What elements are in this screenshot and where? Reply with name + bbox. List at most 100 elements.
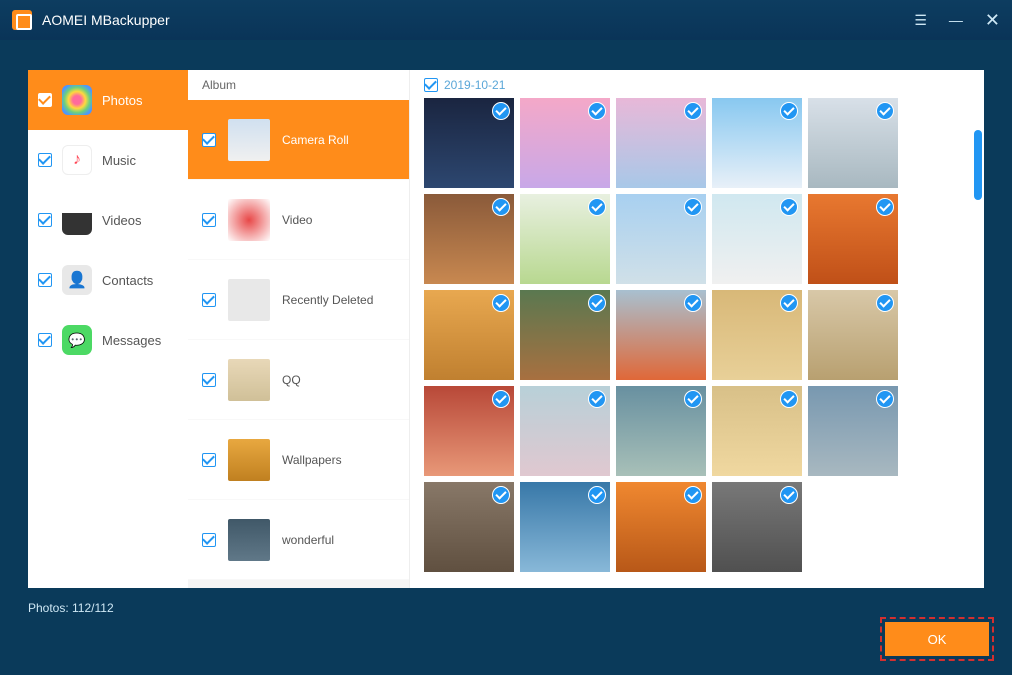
date-checkbox[interactable]: [424, 78, 438, 92]
main-panel: Photos ♪ Music Videos 👤 Contacts 💬 Messa…: [28, 70, 984, 588]
photo-thumbnail[interactable]: [520, 194, 610, 284]
check-badge-icon[interactable]: [588, 198, 606, 216]
check-badge-icon[interactable]: [684, 486, 702, 504]
check-badge-icon[interactable]: [588, 390, 606, 408]
album-video[interactable]: Video: [188, 180, 409, 260]
album-label: Wallpapers: [282, 453, 342, 467]
check-badge-icon[interactable]: [684, 294, 702, 312]
photo-grid-panel: 2019-10-21: [410, 70, 984, 588]
album-header: Album: [188, 70, 409, 100]
check-badge-icon[interactable]: [492, 294, 510, 312]
photo-thumbnail[interactable]: [712, 386, 802, 476]
date-header[interactable]: 2019-10-21: [424, 78, 970, 92]
photo-thumbnail[interactable]: [424, 98, 514, 188]
check-badge-icon[interactable]: [588, 294, 606, 312]
check-badge-icon[interactable]: [588, 486, 606, 504]
check-badge-icon[interactable]: [780, 198, 798, 216]
album-thumb-icon: [228, 199, 270, 241]
category-label: Contacts: [102, 273, 153, 288]
photo-thumbnail[interactable]: [712, 194, 802, 284]
category-music[interactable]: ♪ Music: [28, 130, 188, 190]
photo-thumbnail[interactable]: [424, 194, 514, 284]
photos-icon: [62, 85, 92, 115]
photo-thumbnail[interactable]: [520, 482, 610, 572]
minimize-icon[interactable]: —: [949, 12, 963, 28]
app-logo-icon: [12, 10, 32, 30]
category-label: Music: [102, 153, 136, 168]
album-label: Recently Deleted: [282, 293, 373, 307]
category-sidebar: Photos ♪ Music Videos 👤 Contacts 💬 Messa…: [28, 70, 188, 588]
list-view-icon[interactable]: ☰: [914, 12, 927, 29]
check-badge-icon[interactable]: [876, 294, 894, 312]
check-badge-icon[interactable]: [492, 102, 510, 120]
photo-thumbnail[interactable]: [520, 98, 610, 188]
album-label: wonderful: [282, 533, 334, 547]
check-badge-icon[interactable]: [780, 390, 798, 408]
check-badge-icon[interactable]: [684, 390, 702, 408]
photo-thumbnail[interactable]: [808, 194, 898, 284]
category-label: Messages: [102, 333, 161, 348]
photo-thumbnail[interactable]: [712, 482, 802, 572]
album-label: Video: [282, 213, 312, 227]
album-recently-deleted[interactable]: Recently Deleted: [188, 260, 409, 340]
photo-thumbnail[interactable]: [616, 290, 706, 380]
photo-thumbnail[interactable]: [712, 290, 802, 380]
album-thumb-icon: [228, 279, 270, 321]
album-sidebar: Album Camera Roll Video Recently Deleted…: [188, 70, 410, 588]
photo-thumbnail[interactable]: [520, 290, 610, 380]
category-messages[interactable]: 💬 Messages: [28, 310, 188, 370]
album-camera-roll[interactable]: Camera Roll: [188, 100, 409, 180]
photo-thumbnail[interactable]: [808, 98, 898, 188]
album-checkbox[interactable]: [202, 133, 216, 147]
close-icon[interactable]: ✕: [985, 10, 1000, 31]
check-badge-icon[interactable]: [780, 102, 798, 120]
check-badge-icon[interactable]: [492, 390, 510, 408]
photo-thumbnail[interactable]: [520, 386, 610, 476]
check-badge-icon[interactable]: [492, 198, 510, 216]
album-thumb-icon: [228, 359, 270, 401]
check-badge-icon[interactable]: [876, 198, 894, 216]
album-checkbox[interactable]: [202, 533, 216, 547]
album-checkbox[interactable]: [202, 213, 216, 227]
photo-thumbnail[interactable]: [424, 482, 514, 572]
category-checkbox[interactable]: [38, 153, 52, 167]
check-badge-icon[interactable]: [876, 102, 894, 120]
album-checkbox[interactable]: [202, 293, 216, 307]
photo-thumbnail[interactable]: [424, 290, 514, 380]
category-photos[interactable]: Photos: [28, 70, 188, 130]
check-badge-icon[interactable]: [492, 486, 510, 504]
album-label: Camera Roll: [282, 133, 349, 147]
scrollbar[interactable]: [974, 130, 982, 200]
category-checkbox[interactable]: [38, 333, 52, 347]
category-checkbox[interactable]: [38, 273, 52, 287]
category-checkbox[interactable]: [38, 213, 52, 227]
photo-thumbnail[interactable]: [424, 386, 514, 476]
messages-icon: 💬: [62, 325, 92, 355]
album-qq[interactable]: QQ: [188, 340, 409, 420]
category-checkbox[interactable]: [38, 93, 52, 107]
ok-highlight: OK: [880, 617, 994, 661]
contacts-icon: 👤: [62, 265, 92, 295]
album-checkbox[interactable]: [202, 453, 216, 467]
photo-thumbnail[interactable]: [808, 290, 898, 380]
app-title: AOMEI MBackupper: [42, 12, 170, 28]
photo-thumbnail[interactable]: [616, 386, 706, 476]
album-thumb-icon: [228, 519, 270, 561]
check-badge-icon[interactable]: [876, 390, 894, 408]
photo-thumbnail[interactable]: [808, 386, 898, 476]
photo-thumbnail[interactable]: [616, 482, 706, 572]
album-wonderful[interactable]: wonderful: [188, 500, 409, 580]
check-badge-icon[interactable]: [780, 294, 798, 312]
check-badge-icon[interactable]: [780, 486, 798, 504]
category-videos[interactable]: Videos: [28, 190, 188, 250]
album-wallpapers[interactable]: Wallpapers: [188, 420, 409, 500]
check-badge-icon[interactable]: [684, 198, 702, 216]
photo-thumbnail[interactable]: [712, 98, 802, 188]
ok-button[interactable]: OK: [885, 622, 989, 656]
photo-thumbnail[interactable]: [616, 98, 706, 188]
photo-thumbnail[interactable]: [616, 194, 706, 284]
album-checkbox[interactable]: [202, 373, 216, 387]
check-badge-icon[interactable]: [684, 102, 702, 120]
category-contacts[interactable]: 👤 Contacts: [28, 250, 188, 310]
check-badge-icon[interactable]: [588, 102, 606, 120]
